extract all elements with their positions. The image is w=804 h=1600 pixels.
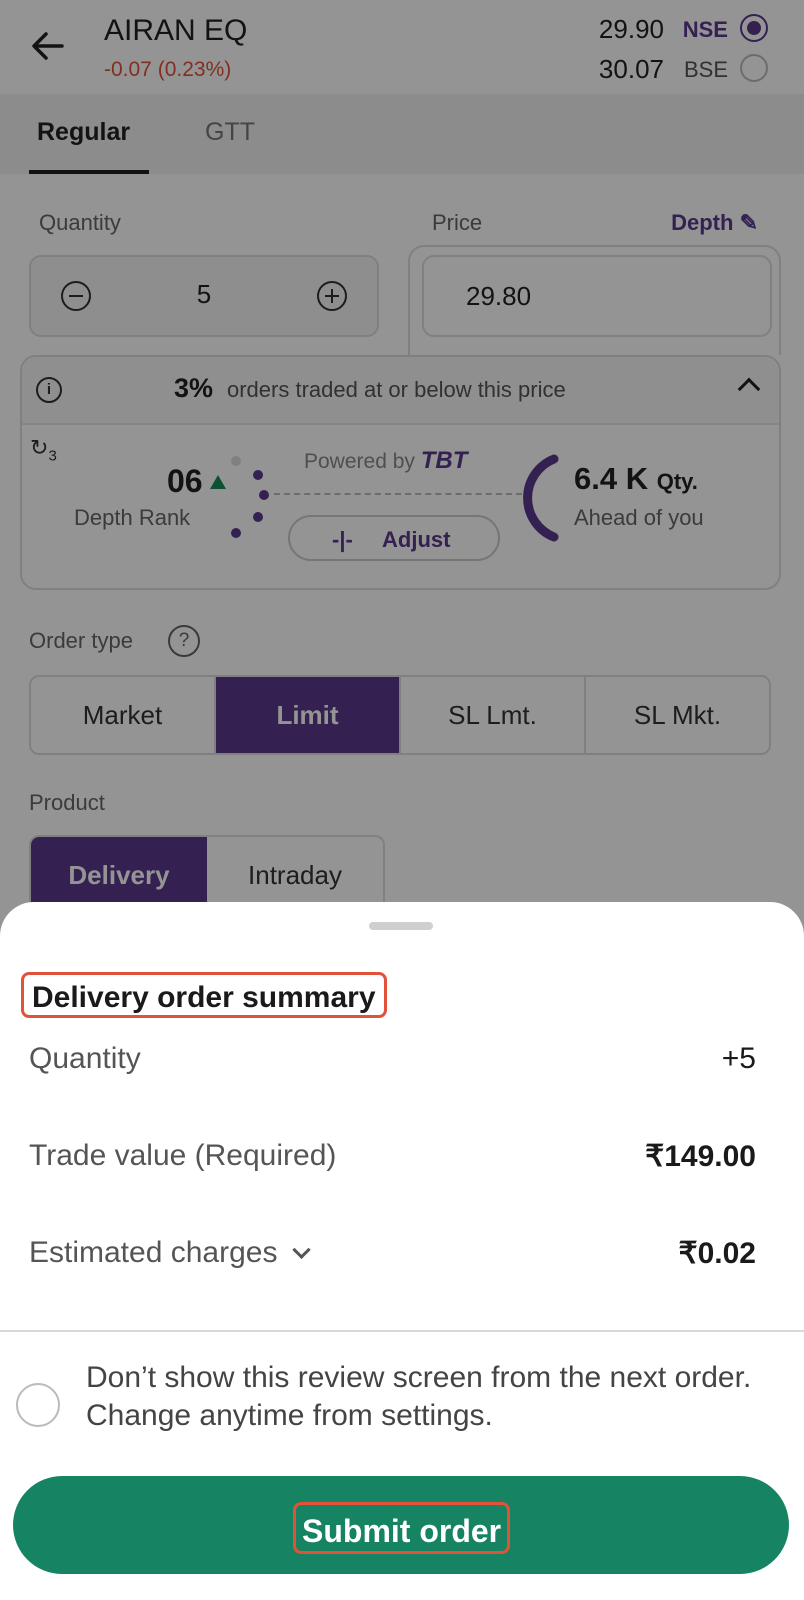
quantity-row-label: Quantity <box>29 1042 141 1075</box>
summary-row-trade-value: Trade value (Required) ₹149.00 <box>29 1135 756 1179</box>
divider <box>0 1330 804 1332</box>
trade-value-amount: ₹149.00 <box>645 1140 756 1173</box>
dont-show-text: Don’t show this review screen from the n… <box>86 1361 752 1432</box>
order-summary-sheet: Delivery order summary Quantity +5 Trade… <box>0 902 804 1600</box>
quantity-row-value: +5 <box>721 1042 756 1075</box>
submit-order-label: Submit order <box>293 1502 511 1554</box>
chevron-down-icon[interactable] <box>292 1240 312 1260</box>
summary-row-charges[interactable]: Estimated charges ₹0.02 <box>29 1232 756 1276</box>
charges-label: Estimated charges <box>29 1236 278 1269</box>
trade-value-label: Trade value (Required) <box>29 1139 337 1172</box>
drag-handle[interactable] <box>369 922 433 930</box>
charges-row[interactable]: Estimated charges <box>29 1236 312 1270</box>
summary-title: Delivery order summary <box>21 972 387 1018</box>
submit-order-button[interactable]: Submit order <box>13 1476 789 1574</box>
dont-show-checkbox[interactable] <box>16 1383 60 1427</box>
summary-row-quantity: Quantity +5 <box>29 1038 756 1082</box>
charges-amount: ₹0.02 <box>678 1237 756 1270</box>
